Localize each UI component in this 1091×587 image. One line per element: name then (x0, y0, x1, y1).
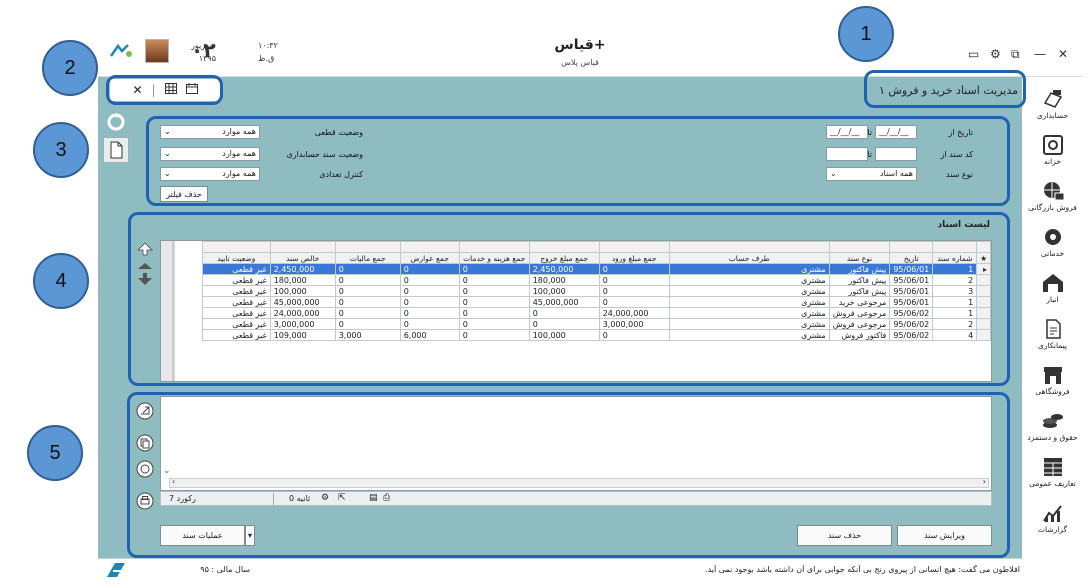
definitions-icon (1041, 455, 1065, 477)
commerce-icon (1041, 179, 1065, 201)
nav-item-label: فروش بازرگانی (1028, 203, 1077, 212)
services-icon (1041, 225, 1065, 247)
nav-item-label: پیمانکاری (1038, 341, 1067, 350)
time-label: ۱۰:۳۲ (258, 41, 278, 50)
nav-item-store[interactable]: فروشگاهی (1022, 363, 1083, 396)
nav-item-treasury[interactable]: خزانه (1022, 133, 1083, 166)
callout-2: 2 (42, 40, 98, 96)
callout-box-3 (146, 116, 1010, 206)
callout-5: 5 (27, 425, 83, 481)
restore-icon[interactable]: ⧉ (1011, 47, 1020, 62)
callout-4: 4 (33, 253, 89, 309)
date-block: شهریور ۱۳۹۵ (176, 39, 216, 65)
callout-3: 3 (33, 122, 89, 178)
app-subtitle: قیاس پلاس (561, 58, 599, 67)
nav-item-contracting[interactable]: پیمانکاری (1022, 317, 1083, 350)
warehouse-icon (1041, 271, 1065, 293)
nav-item-label: فروشگاهی (1035, 387, 1070, 396)
ampm-label: ق.ظ (258, 54, 275, 63)
fiscal-year: سال مالی : ۹۵ (200, 565, 250, 574)
accounting-icon (1041, 87, 1065, 109)
nav-item-label: خدماتی (1040, 249, 1065, 258)
store-icon (1041, 363, 1065, 385)
avatar[interactable] (145, 39, 169, 63)
nav-item-label: حقوق و دستمزد (1027, 433, 1078, 442)
keyboard-icon[interactable]: ▭ (968, 47, 979, 61)
nav-item-label: گزارشات (1037, 525, 1068, 534)
gear-icon[interactable]: ⚙ (990, 47, 1001, 61)
payroll-icon (1041, 409, 1065, 431)
year-label: ۱۳۹۵ (198, 54, 216, 63)
time-block: ۱۰:۳۲ ق.ظ (258, 39, 278, 65)
nav-item-commerce[interactable]: فروش بازرگانی (1022, 179, 1083, 212)
nav-item-label: حسابداری (1036, 111, 1069, 120)
close-icon[interactable]: ✕ (1058, 47, 1068, 61)
nav-item-warehouse[interactable]: انبار (1022, 271, 1083, 304)
month-label: شهریور (190, 41, 216, 50)
app-logo-small (108, 42, 136, 62)
callout-box-5 (127, 392, 1010, 558)
nav-item-accounting[interactable]: حسابداری (1022, 87, 1083, 120)
nav-item-label: انبار (1046, 295, 1059, 304)
status-quote: افلاطون می گفت: هیچ انسانی از پیروی رنج … (705, 565, 1020, 574)
nav-item-services[interactable]: خدماتی (1022, 225, 1083, 258)
nav-item-definitions[interactable]: تعاریف عمومی (1022, 455, 1083, 488)
nav-item-label: خزانه (1044, 157, 1061, 166)
callout-box-2 (106, 75, 223, 105)
nav-item-reports[interactable]: گزارشات (1022, 501, 1083, 534)
callout-1: 1 (838, 6, 894, 62)
contracting-icon (1041, 317, 1065, 339)
nav-item-label: تعاریف عمومی (1029, 479, 1076, 488)
nav-item-payroll[interactable]: حقوق و دستمزد (1022, 409, 1083, 442)
minimize-icon[interactable]: — (1034, 47, 1046, 61)
callout-box-4 (128, 212, 1010, 386)
reports-icon (1041, 501, 1065, 523)
refresh-icon[interactable] (106, 112, 126, 135)
app-logo-icon (103, 559, 129, 582)
treasury-icon (1041, 133, 1065, 155)
app-title: قیاس+ (554, 37, 606, 53)
callout-box-1 (864, 70, 1026, 108)
document-view-icon[interactable] (103, 137, 129, 163)
